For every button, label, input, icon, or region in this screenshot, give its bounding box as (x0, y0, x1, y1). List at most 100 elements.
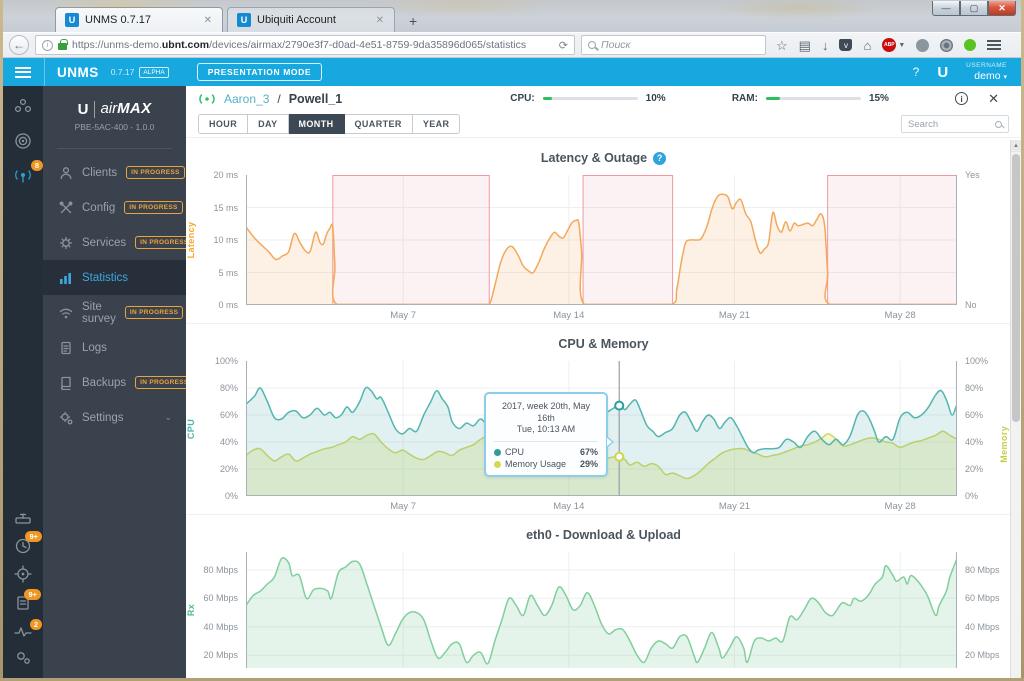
axis-tick-label: 40 Mbps (203, 621, 238, 632)
axis-tick-label: No (965, 300, 977, 310)
window-minimize-button[interactable]: — (932, 1, 960, 16)
radar-target-icon[interactable] (14, 132, 32, 155)
site-breadcrumb-link[interactable]: Aaron_3 (224, 92, 269, 106)
axis-tick-label: 10 ms (213, 235, 238, 245)
url-text[interactable]: https://unms-demo.ubnt.com/devices/airma… (72, 39, 554, 51)
sidebar-item-clients[interactable]: Clients IN PROGRESS (43, 155, 186, 190)
help-icon[interactable]: ? (653, 151, 667, 165)
cpu-gauge: CPU: 10% (510, 93, 666, 104)
sidebar-item-statistics[interactable]: Statistics (43, 260, 186, 295)
latency-outage-plot[interactable] (246, 175, 957, 305)
system-gears-icon[interactable] (14, 649, 32, 670)
sidebar-toggle-icon[interactable] (15, 66, 31, 78)
tooltip-memory-row: Memory Usage 29% (494, 459, 598, 469)
sidebar-item-settings[interactable]: Settings ⌄ (43, 400, 186, 435)
tooltip-arrow (606, 436, 614, 449)
alpha-badge: ALPHA (139, 66, 169, 78)
browser-window: U UNMS 0.7.17 ✕ U Ubiquiti Account ✕ + —… (0, 0, 1024, 681)
back-button[interactable]: ← (9, 35, 29, 55)
menu-hamburger-icon[interactable] (987, 40, 1002, 50)
tab-hour[interactable]: HOUR (198, 114, 249, 134)
target-extension-icon[interactable] (940, 38, 954, 52)
tab-close-icon[interactable]: ✕ (203, 15, 213, 26)
x-axis-tick-label: May 21 (718, 310, 751, 321)
sidebar-item-site-survey[interactable]: Site survey IN PROGRESS (43, 295, 186, 330)
unms-brand[interactable]: UNMS (57, 65, 99, 80)
browser-navbar: ← i https://unms-demo.ubnt.com/devices/a… (3, 32, 1021, 58)
reload-icon[interactable]: ⟳ (559, 39, 568, 52)
https-lock-icon[interactable] (58, 39, 68, 50)
axis-tick-label: 80% (219, 383, 238, 393)
panel-search-input[interactable]: Search (901, 115, 1009, 133)
device-info-icon[interactable]: i (955, 92, 969, 105)
adblock-icon[interactable]: ABP ▼ (882, 38, 905, 52)
icon-rail: 8 9+ 9+ 2 (3, 86, 43, 678)
x-axis-tick-label: May 28 (884, 310, 916, 321)
axis-tick-label: 80 Mbps (203, 564, 238, 575)
presentation-mode-button[interactable]: PRESENTATION MODE (196, 63, 323, 81)
user-menu[interactable]: USERNAME demo ▾ (966, 62, 1007, 82)
downloads-icon[interactable]: ↓ (822, 39, 829, 52)
ubiquiti-logo[interactable]: U (937, 64, 948, 81)
sidebar-divider (57, 148, 172, 149)
tab-quarter[interactable]: QUARTER (344, 114, 413, 134)
extension-icon[interactable] (916, 38, 930, 52)
tab-day[interactable]: DAY (248, 114, 289, 134)
axis-tick-label: 100% (214, 356, 238, 366)
panel-scrollbar[interactable]: ▲ (1010, 140, 1021, 678)
rx-area (246, 557, 957, 668)
browser-tab-ubiquiti-account[interactable]: U Ubiquiti Account ✕ (227, 7, 395, 32)
window-close-button[interactable]: ✕ (988, 1, 1016, 16)
chevron-down-icon: ⌄ (164, 412, 172, 422)
new-tab-button[interactable]: + (401, 13, 425, 32)
axis-tick-label: 60% (965, 410, 984, 420)
device-model-label: PBE-5AC-400 - 1.0.0 (74, 122, 155, 132)
sidebar-item-backups[interactable]: Backups IN PROGRESS (43, 365, 194, 400)
cpu-memory-plot[interactable]: 2017, week 20th, May 16th Tue, 10:13 AM … (246, 361, 957, 496)
pocket-icon[interactable]: v (839, 39, 853, 51)
tab-year[interactable]: YEAR (412, 114, 461, 134)
airmax-logo: U airMAX PBE-5AC-400 - 1.0.0 (43, 86, 186, 136)
logs-document-icon[interactable]: 9+ (15, 589, 41, 616)
eth0-plot[interactable] (246, 552, 957, 668)
home-icon[interactable]: ⌂ (863, 39, 871, 52)
locate-crosshair-icon[interactable] (14, 565, 32, 588)
outage-region (582, 175, 674, 305)
tab-month[interactable]: MONTH (288, 114, 345, 134)
search-icon (588, 41, 596, 49)
bookmark-star-icon[interactable]: ☆ (776, 39, 788, 52)
status-dot-icon[interactable] (964, 39, 977, 51)
antenna-devices-icon[interactable]: 8 (13, 160, 43, 189)
window-maximize-button[interactable]: ▢ (960, 1, 988, 16)
in-progress-badge: IN PROGRESS (135, 376, 194, 389)
sidebar-item-logs[interactable]: Logs (43, 330, 186, 365)
bookmarks-menu-icon[interactable]: ▤ (799, 39, 811, 52)
browser-tab-unms[interactable]: U UNMS 0.7.17 ✕ (55, 7, 223, 32)
cpu-gauge-track (542, 97, 638, 100)
y-axis-title: Rx (186, 603, 196, 617)
activity-pulse-icon[interactable]: 2 (14, 619, 42, 644)
axis-tick-label: 20% (219, 464, 238, 474)
scrollbar-up-arrow[interactable]: ▲ (1011, 140, 1021, 152)
x-axis-tick-label: May 7 (390, 501, 417, 512)
sidebar-item-services[interactable]: Services IN PROGRESS (43, 225, 194, 260)
help-icon[interactable]: ? (913, 65, 920, 79)
axis-tick-label: 40 Mbps (965, 621, 1000, 632)
sites-cluster-icon[interactable] (14, 98, 32, 119)
panel-close-icon[interactable]: ✕ (988, 91, 999, 107)
device-status-antenna-icon (199, 93, 215, 104)
axis-tick-label: 60% (219, 410, 238, 420)
ubiquiti-favicon: U (237, 13, 251, 27)
device-discovery-icon[interactable] (14, 511, 32, 530)
axis-tick-label: 15 ms (213, 202, 238, 213)
site-identity-icon[interactable]: i (42, 39, 53, 51)
browser-search-bar[interactable]: Поиск (581, 35, 766, 55)
in-progress-badge: IN PROGRESS (124, 201, 183, 214)
tasks-clock-icon[interactable]: 9+ (14, 531, 42, 560)
tab-close-icon[interactable]: ✕ (375, 15, 385, 26)
url-bar[interactable]: i https://unms-demo.ubnt.com/devices/air… (35, 35, 575, 55)
device-name: Powell_1 (288, 91, 343, 106)
version-label: 0.7.17 (110, 67, 135, 77)
sidebar-item-config[interactable]: Config IN PROGRESS (43, 190, 186, 225)
scrollbar-thumb[interactable] (1012, 154, 1020, 422)
